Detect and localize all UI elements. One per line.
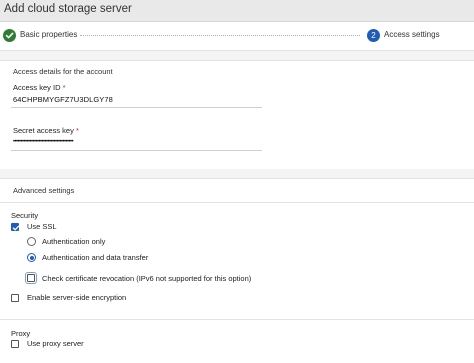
step-number-badge: 2 [367,29,380,42]
use-proxy-label: Use proxy server [27,339,84,348]
section-gap [0,51,474,60]
check-icon[interactable] [3,29,16,42]
advanced-divider [0,202,474,203]
cert-revocation-checkbox[interactable] [25,272,37,284]
server-side-encryption-checkbox[interactable] [11,294,19,302]
proxy-heading: Proxy [11,329,31,338]
access-key-label-text: Access key ID [13,83,61,92]
access-key-underline [11,107,262,108]
auth-only-label: Authentication only [42,237,106,246]
access-details-title: Access details for the account [13,67,113,76]
step-basic-properties[interactable]: Basic properties [20,30,77,39]
access-details-panel: Access details for the account Access ke… [0,60,474,170]
required-marker: * [75,126,79,135]
access-key-label: Access key ID * [13,83,66,92]
auth-transfer-radio[interactable] [27,253,36,262]
auth-transfer-label: Authentication and data transfer [42,253,149,262]
wizard-steps: Basic properties 2 Access settings [0,22,474,51]
access-key-field[interactable]: 64CHPBMYGFZ7U3DLGY78 [13,95,113,104]
step-access-settings: Access settings [384,30,440,39]
secret-key-field[interactable]: •••••••••••••••••••••••••••••••••••••••• [13,139,74,145]
dialog-header: Add cloud storage server [0,0,474,22]
section-gap [0,169,474,178]
auth-only-radio[interactable] [27,237,36,246]
security-heading: Security [11,211,39,220]
use-ssl-checkbox[interactable] [11,223,20,231]
step-connector [80,35,360,36]
required-marker: * [62,83,66,92]
dialog-title: Add cloud storage server [4,3,132,15]
cert-revocation-label: Check certificate revocation (IPv6 not s… [42,274,252,283]
server-side-encryption-label: Enable server-side encryption [27,293,127,302]
use-proxy-checkbox[interactable] [11,340,19,348]
secret-key-underline [11,150,262,151]
secret-key-label-text: Secret access key [13,126,74,135]
advanced-settings-panel: Advanced settings Security Use SSL Authe… [0,178,474,363]
advanced-settings-title: Advanced settings [13,186,75,195]
secret-key-label: Secret access key * [13,126,79,135]
proxy-divider [0,319,474,320]
use-ssl-label: Use SSL [27,222,57,231]
